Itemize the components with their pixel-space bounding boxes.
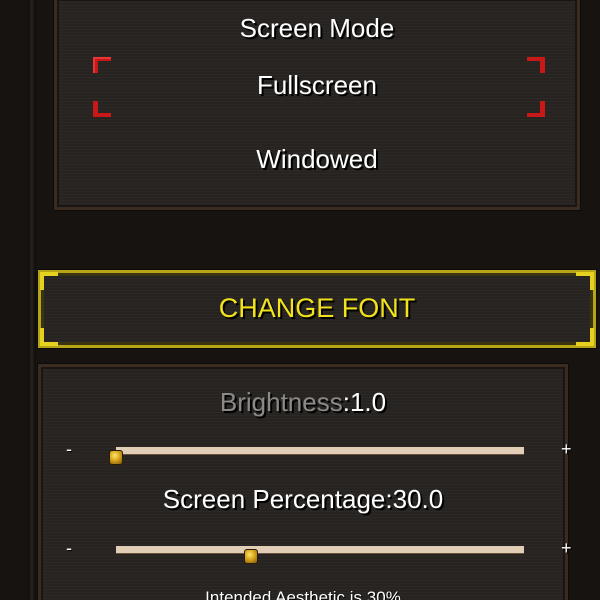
screen-percentage-value: 30.0 bbox=[392, 484, 444, 514]
screen-percentage-slider-thumb[interactable] bbox=[243, 549, 258, 564]
brightness-separator: : bbox=[342, 387, 350, 417]
option-windowed[interactable]: Windowed bbox=[57, 144, 577, 175]
screen-percentage-separator: : bbox=[385, 484, 393, 514]
settings-screen: Screen Mode Fullscreen Windowed CHANGE F… bbox=[0, 0, 600, 600]
screen-percentage-slider-track[interactable] bbox=[116, 546, 524, 564]
change-font-button[interactable]: CHANGE FONT bbox=[38, 270, 596, 348]
screen-mode-panel: Screen Mode Fullscreen Windowed bbox=[54, 0, 580, 210]
corner-bottom-left-icon bbox=[40, 328, 58, 346]
selection-bracket-bottom-right-icon bbox=[525, 99, 547, 119]
option-fullscreen[interactable]: Fullscreen bbox=[57, 70, 577, 101]
change-font-label: CHANGE FONT bbox=[218, 293, 416, 323]
corner-top-left-icon bbox=[40, 272, 58, 290]
brightness-value: 1.0 bbox=[349, 387, 387, 417]
screen-percentage-slider: - + bbox=[41, 538, 572, 564]
screen-percentage-label: Screen Percentage bbox=[162, 484, 386, 514]
screen-percentage-row: Screen Percentage:30.0 bbox=[41, 484, 565, 515]
brightness-slider-track[interactable] bbox=[109, 447, 524, 465]
selection-bracket-bottom-left-icon bbox=[91, 99, 113, 119]
display-settings-panel: Brightness:1.0 - + Screen Percentage:30.… bbox=[38, 364, 572, 600]
screen-percentage-increase-button[interactable]: + bbox=[561, 538, 572, 559]
brightness-decrease-button[interactable]: - bbox=[66, 439, 72, 460]
brightness-row: Brightness:1.0 bbox=[41, 387, 565, 418]
corner-bottom-right-icon bbox=[576, 328, 594, 346]
screen-mode-title: Screen Mode bbox=[239, 13, 395, 43]
screen-percentage-decrease-button[interactable]: - bbox=[66, 538, 72, 559]
brightness-label: Brightness bbox=[219, 387, 343, 417]
aesthetic-note: Intended Aesthetic is 30% bbox=[205, 588, 401, 600]
brightness-increase-button[interactable]: + bbox=[561, 439, 572, 460]
left-frame-border bbox=[28, 0, 36, 600]
brightness-slider: - + bbox=[41, 439, 572, 465]
corner-top-right-icon bbox=[576, 272, 594, 290]
brightness-slider-thumb[interactable] bbox=[109, 450, 123, 465]
